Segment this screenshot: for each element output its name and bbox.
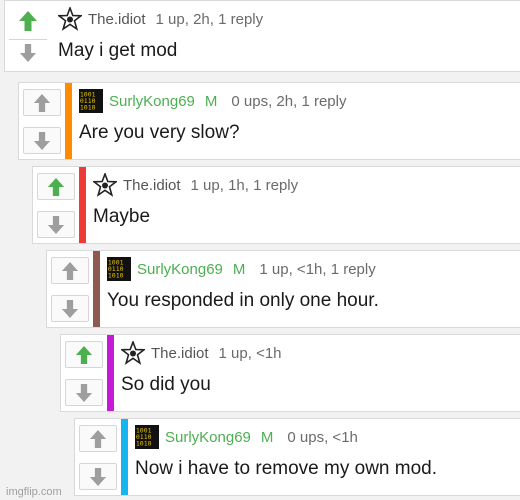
arrow-up-icon <box>19 10 37 31</box>
arrow-up-icon <box>61 261 79 280</box>
thread-bar <box>121 419 128 495</box>
vote-column <box>47 251 93 327</box>
upvote-button[interactable] <box>9 7 47 34</box>
comment-text: Now i have to remove my own mod. <box>135 458 438 479</box>
username[interactable]: The.idiot <box>88 11 146 28</box>
comment-5: The.idiot 1 up, <1h So did you <box>60 334 520 412</box>
downvote-button[interactable] <box>65 379 103 406</box>
thread-bar <box>79 167 86 243</box>
arrow-down-icon <box>61 299 79 318</box>
svg-text:1010: 1010 <box>80 103 96 111</box>
downvote-button[interactable] <box>51 295 89 322</box>
arrow-up-icon <box>47 177 65 196</box>
star-badge-icon[interactable] <box>93 173 117 197</box>
upvote-button[interactable] <box>23 89 61 116</box>
comment-3: The.idiot 1 up, 1h, 1 reply Maybe <box>32 166 520 244</box>
comment-body: The.idiot 1 up, <1h So did you <box>114 335 520 411</box>
comment-meta: 1 up, 1h, 1 reply <box>190 176 299 194</box>
arrow-down-icon <box>89 467 107 486</box>
comment-body: 1001 0110 1010 SurlyKong69 M 1 up, <1h, 1 … <box>100 251 520 327</box>
upvote-button[interactable] <box>79 425 117 452</box>
comment-body: The.idiot 1 up, 1h, 1 reply Maybe <box>86 167 520 243</box>
thread-bar <box>107 335 114 411</box>
arrow-down-icon <box>75 383 93 402</box>
username[interactable]: SurlyKong69 <box>137 261 223 278</box>
vote-column <box>19 83 65 159</box>
arrow-down-icon <box>33 131 51 150</box>
star-badge-icon[interactable] <box>121 341 145 365</box>
arrow-up-icon <box>75 345 93 364</box>
comment-header: The.idiot 1 up, 1h, 1 reply <box>93 172 520 198</box>
arrow-down-icon <box>47 215 65 234</box>
vote-column <box>33 167 79 243</box>
vote-column <box>75 419 121 495</box>
comment-header: 1001 0110 1010 SurlyKong69 M 0 ups, <1h <box>135 424 520 450</box>
comment-6: 1001 0110 1010 SurlyKong69 M 0 ups, <1h No… <box>74 418 520 496</box>
comment-text: May i get mod <box>58 40 178 61</box>
comment-4: 1001 0110 1010 SurlyKong69 M 1 up, <1h, 1 … <box>46 250 520 328</box>
svg-text:1010: 1010 <box>108 271 124 279</box>
svg-text:1010: 1010 <box>136 439 152 447</box>
arrow-down-icon <box>19 44 37 62</box>
comment-meta: 1 up, 2h, 1 reply <box>155 10 264 28</box>
thread-bar <box>65 83 72 159</box>
comment-body: 1001 0110 1010 SurlyKong69 M 0 ups, <1h No… <box>128 419 520 495</box>
comment-text: Are you very slow? <box>79 122 240 143</box>
comment-header: 1001 0110 1010 SurlyKong69 M 0 ups, 2h, 1 … <box>79 88 520 114</box>
mod-badge: M <box>260 428 274 446</box>
comment-1: The.idiot 1 up, 2h, 1 reply May i get mo… <box>4 0 520 72</box>
username[interactable]: The.idiot <box>151 345 209 362</box>
downvote-button[interactable] <box>79 463 117 490</box>
comment-meta: 1 up, <1h <box>218 344 282 362</box>
binary-code-icon[interactable]: 1001 0110 1010 <box>79 89 103 113</box>
thread-bar <box>93 251 100 327</box>
watermark: imgflip.com <box>6 486 62 498</box>
downvote-button[interactable] <box>37 211 75 238</box>
upvote-button[interactable] <box>65 341 103 368</box>
comment-header: The.idiot 1 up, <1h <box>121 340 520 366</box>
upvote-button[interactable] <box>37 173 75 200</box>
binary-code-icon[interactable]: 1001 0110 1010 <box>107 257 131 281</box>
comment-text: You responded in only one hour. <box>107 290 379 311</box>
binary-code-icon[interactable]: 1001 0110 1010 <box>135 425 159 449</box>
downvote-button[interactable] <box>9 39 47 66</box>
comment-header: 1001 0110 1010 SurlyKong69 M 1 up, <1h, 1 … <box>107 256 520 282</box>
comment-header: The.idiot 1 up, 2h, 1 reply <box>58 6 520 32</box>
mod-badge: M <box>204 92 218 110</box>
comment-body: 1001 0110 1010 SurlyKong69 M 0 ups, 2h, 1 … <box>72 83 520 159</box>
arrow-up-icon <box>89 429 107 448</box>
upvote-button[interactable] <box>51 257 89 284</box>
arrow-up-icon <box>33 93 51 112</box>
star-badge-icon[interactable] <box>58 7 82 31</box>
username[interactable]: The.idiot <box>123 177 181 194</box>
comment-meta: 0 ups, 2h, 1 reply <box>231 92 347 110</box>
comment-body: The.idiot 1 up, 2h, 1 reply May i get mo… <box>51 1 520 71</box>
comment-text: Maybe <box>93 206 151 227</box>
comment-meta: 1 up, <1h, 1 reply <box>259 260 376 278</box>
username[interactable]: SurlyKong69 <box>109 93 195 110</box>
downvote-button[interactable] <box>23 127 61 154</box>
username[interactable]: SurlyKong69 <box>165 429 251 446</box>
vote-column <box>61 335 107 411</box>
comment-text: So did you <box>121 374 211 395</box>
comment-meta: 0 ups, <1h <box>287 428 358 446</box>
mod-badge: M <box>232 260 246 278</box>
vote-column <box>5 1 51 71</box>
comment-2: 1001 0110 1010 SurlyKong69 M 0 ups, 2h, 1 … <box>18 82 520 160</box>
